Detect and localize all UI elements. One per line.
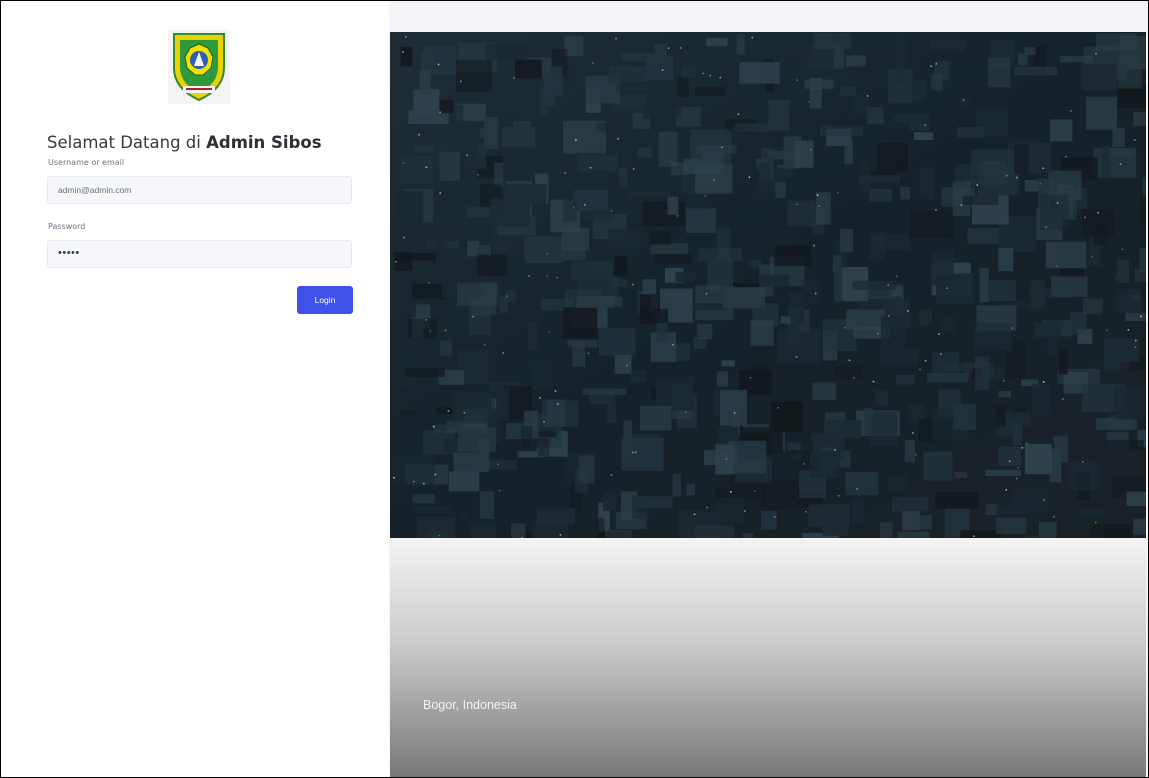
login-page: Selamat Datang di Admin Sibos Username o… bbox=[0, 0, 1149, 778]
city-aerial-image bbox=[390, 32, 1146, 538]
username-input[interactable]: admin@admin.com bbox=[47, 176, 352, 204]
login-button[interactable]: Login bbox=[297, 286, 353, 314]
hero-caption-area: Bogor, Indonesia bbox=[390, 538, 1146, 777]
location-caption: Bogor, Indonesia bbox=[423, 698, 517, 712]
password-input[interactable]: ••••• bbox=[47, 240, 352, 268]
password-label: Password bbox=[48, 222, 86, 231]
welcome-prefix: Selamat Datang di bbox=[47, 133, 207, 152]
welcome-app-name: Admin Sibos bbox=[206, 133, 322, 152]
username-label: Username or email bbox=[48, 158, 125, 167]
welcome-heading: Selamat Datang di Admin Sibos bbox=[47, 133, 322, 152]
login-panel: Selamat Datang di Admin Sibos Username o… bbox=[1, 1, 389, 777]
logo-emblem-icon bbox=[168, 30, 230, 104]
hero-panel: Bogor, Indonesia bbox=[389, 1, 1148, 777]
